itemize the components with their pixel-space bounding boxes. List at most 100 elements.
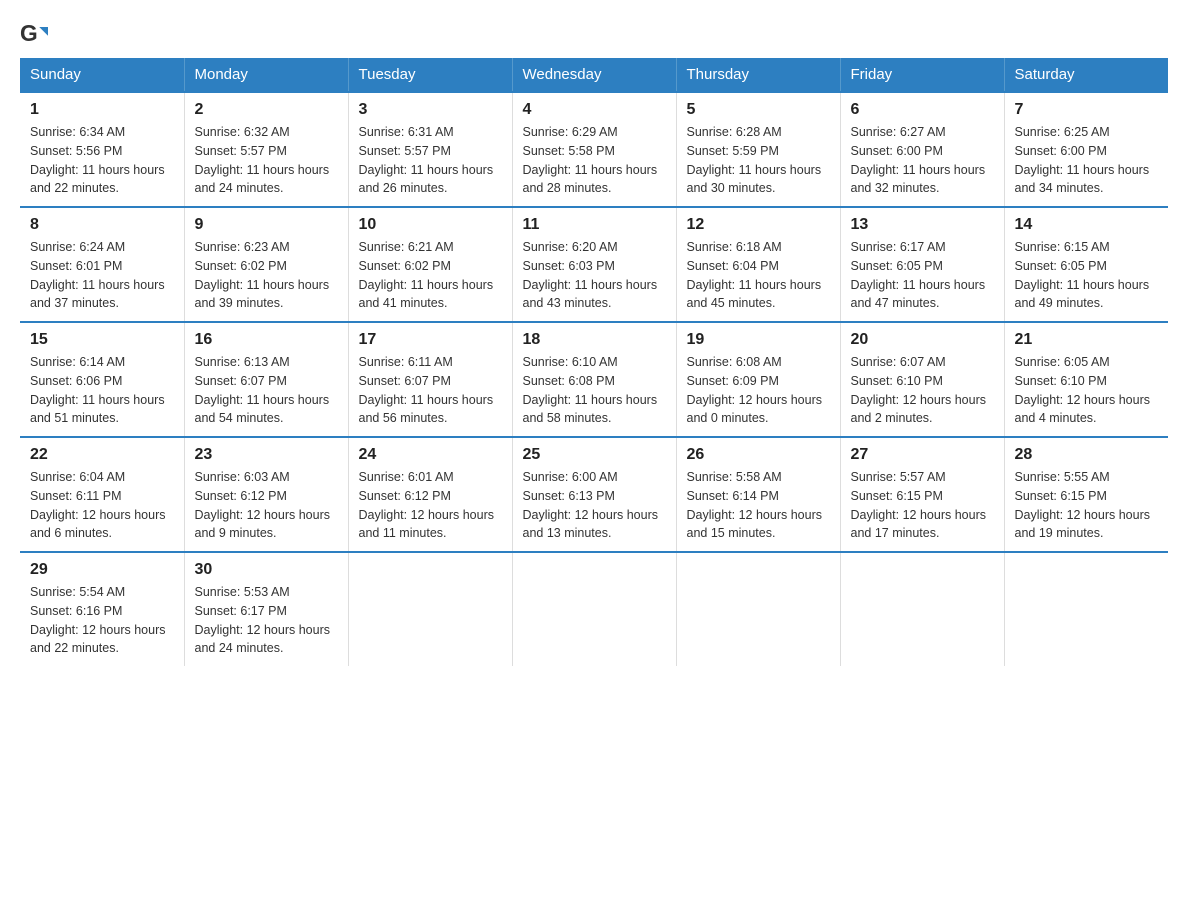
calendar-cell: [676, 552, 840, 666]
calendar-cell: 8 Sunrise: 6:24 AMSunset: 6:01 PMDayligh…: [20, 207, 184, 322]
day-info: Sunrise: 6:15 AMSunset: 6:05 PMDaylight:…: [1015, 238, 1159, 313]
day-number: 1: [30, 101, 174, 119]
day-info: Sunrise: 6:29 AMSunset: 5:58 PMDaylight:…: [523, 123, 666, 198]
day-number: 21: [1015, 331, 1159, 349]
day-number: 17: [359, 331, 502, 349]
day-number: 22: [30, 446, 174, 464]
day-number: 2: [195, 101, 338, 119]
day-info: Sunrise: 5:58 AMSunset: 6:14 PMDaylight:…: [687, 468, 830, 543]
day-number: 4: [523, 101, 666, 119]
calendar-cell: 12 Sunrise: 6:18 AMSunset: 6:04 PMDaylig…: [676, 207, 840, 322]
calendar-cell: 24 Sunrise: 6:01 AMSunset: 6:12 PMDaylig…: [348, 437, 512, 552]
column-header-saturday: Saturday: [1004, 58, 1168, 92]
day-info: Sunrise: 6:14 AMSunset: 6:06 PMDaylight:…: [30, 353, 174, 428]
column-header-wednesday: Wednesday: [512, 58, 676, 92]
calendar-cell: [348, 552, 512, 666]
day-info: Sunrise: 6:13 AMSunset: 6:07 PMDaylight:…: [195, 353, 338, 428]
day-info: Sunrise: 5:55 AMSunset: 6:15 PMDaylight:…: [1015, 468, 1159, 543]
day-number: 15: [30, 331, 174, 349]
column-header-sunday: Sunday: [20, 58, 184, 92]
day-number: 11: [523, 216, 666, 234]
calendar-cell: 10 Sunrise: 6:21 AMSunset: 6:02 PMDaylig…: [348, 207, 512, 322]
day-number: 8: [30, 216, 174, 234]
calendar-cell: 20 Sunrise: 6:07 AMSunset: 6:10 PMDaylig…: [840, 322, 1004, 437]
calendar-cell: 28 Sunrise: 5:55 AMSunset: 6:15 PMDaylig…: [1004, 437, 1168, 552]
day-info: Sunrise: 6:31 AMSunset: 5:57 PMDaylight:…: [359, 123, 502, 198]
calendar-cell: 23 Sunrise: 6:03 AMSunset: 6:12 PMDaylig…: [184, 437, 348, 552]
day-number: 25: [523, 446, 666, 464]
column-header-thursday: Thursday: [676, 58, 840, 92]
calendar-cell: 14 Sunrise: 6:15 AMSunset: 6:05 PMDaylig…: [1004, 207, 1168, 322]
day-number: 13: [851, 216, 994, 234]
calendar-cell: 30 Sunrise: 5:53 AMSunset: 6:17 PMDaylig…: [184, 552, 348, 666]
page-header: G: [20, 20, 1168, 48]
day-number: 3: [359, 101, 502, 119]
calendar-cell: 22 Sunrise: 6:04 AMSunset: 6:11 PMDaylig…: [20, 437, 184, 552]
calendar-cell: 15 Sunrise: 6:14 AMSunset: 6:06 PMDaylig…: [20, 322, 184, 437]
day-number: 18: [523, 331, 666, 349]
calendar-cell: 7 Sunrise: 6:25 AMSunset: 6:00 PMDayligh…: [1004, 92, 1168, 207]
day-number: 14: [1015, 216, 1159, 234]
day-number: 7: [1015, 101, 1159, 119]
calendar-cell: 16 Sunrise: 6:13 AMSunset: 6:07 PMDaylig…: [184, 322, 348, 437]
day-info: Sunrise: 6:25 AMSunset: 6:00 PMDaylight:…: [1015, 123, 1159, 198]
day-info: Sunrise: 6:27 AMSunset: 6:00 PMDaylight:…: [851, 123, 994, 198]
calendar-cell: [512, 552, 676, 666]
day-info: Sunrise: 6:17 AMSunset: 6:05 PMDaylight:…: [851, 238, 994, 313]
day-number: 29: [30, 561, 174, 579]
calendar-cell: 18 Sunrise: 6:10 AMSunset: 6:08 PMDaylig…: [512, 322, 676, 437]
calendar-week-row: 22 Sunrise: 6:04 AMSunset: 6:11 PMDaylig…: [20, 437, 1168, 552]
day-info: Sunrise: 6:11 AMSunset: 6:07 PMDaylight:…: [359, 353, 502, 428]
day-info: Sunrise: 6:04 AMSunset: 6:11 PMDaylight:…: [30, 468, 174, 543]
svg-text:G: G: [20, 20, 38, 46]
day-info: Sunrise: 6:24 AMSunset: 6:01 PMDaylight:…: [30, 238, 174, 313]
calendar-cell: 6 Sunrise: 6:27 AMSunset: 6:00 PMDayligh…: [840, 92, 1004, 207]
calendar-cell: 13 Sunrise: 6:17 AMSunset: 6:05 PMDaylig…: [840, 207, 1004, 322]
day-info: Sunrise: 6:03 AMSunset: 6:12 PMDaylight:…: [195, 468, 338, 543]
day-number: 16: [195, 331, 338, 349]
calendar-cell: 11 Sunrise: 6:20 AMSunset: 6:03 PMDaylig…: [512, 207, 676, 322]
day-number: 20: [851, 331, 994, 349]
day-info: Sunrise: 5:54 AMSunset: 6:16 PMDaylight:…: [30, 583, 174, 658]
calendar-table: SundayMondayTuesdayWednesdayThursdayFrid…: [20, 58, 1168, 666]
day-info: Sunrise: 6:34 AMSunset: 5:56 PMDaylight:…: [30, 123, 174, 198]
calendar-cell: 29 Sunrise: 5:54 AMSunset: 6:16 PMDaylig…: [20, 552, 184, 666]
day-number: 19: [687, 331, 830, 349]
day-number: 9: [195, 216, 338, 234]
logo: G: [20, 20, 52, 48]
day-number: 28: [1015, 446, 1159, 464]
day-info: Sunrise: 6:18 AMSunset: 6:04 PMDaylight:…: [687, 238, 830, 313]
calendar-cell: 5 Sunrise: 6:28 AMSunset: 5:59 PMDayligh…: [676, 92, 840, 207]
calendar-cell: 3 Sunrise: 6:31 AMSunset: 5:57 PMDayligh…: [348, 92, 512, 207]
calendar-cell: [1004, 552, 1168, 666]
calendar-cell: 4 Sunrise: 6:29 AMSunset: 5:58 PMDayligh…: [512, 92, 676, 207]
calendar-cell: 25 Sunrise: 6:00 AMSunset: 6:13 PMDaylig…: [512, 437, 676, 552]
day-info: Sunrise: 5:57 AMSunset: 6:15 PMDaylight:…: [851, 468, 994, 543]
calendar-cell: 21 Sunrise: 6:05 AMSunset: 6:10 PMDaylig…: [1004, 322, 1168, 437]
calendar-header-row: SundayMondayTuesdayWednesdayThursdayFrid…: [20, 58, 1168, 92]
calendar-cell: 1 Sunrise: 6:34 AMSunset: 5:56 PMDayligh…: [20, 92, 184, 207]
day-number: 24: [359, 446, 502, 464]
day-number: 10: [359, 216, 502, 234]
day-info: Sunrise: 6:32 AMSunset: 5:57 PMDaylight:…: [195, 123, 338, 198]
day-number: 26: [687, 446, 830, 464]
day-info: Sunrise: 6:07 AMSunset: 6:10 PMDaylight:…: [851, 353, 994, 428]
column-header-friday: Friday: [840, 58, 1004, 92]
calendar-week-row: 1 Sunrise: 6:34 AMSunset: 5:56 PMDayligh…: [20, 92, 1168, 207]
column-header-monday: Monday: [184, 58, 348, 92]
calendar-week-row: 8 Sunrise: 6:24 AMSunset: 6:01 PMDayligh…: [20, 207, 1168, 322]
day-info: Sunrise: 6:00 AMSunset: 6:13 PMDaylight:…: [523, 468, 666, 543]
day-number: 30: [195, 561, 338, 579]
day-number: 23: [195, 446, 338, 464]
column-header-tuesday: Tuesday: [348, 58, 512, 92]
day-info: Sunrise: 6:28 AMSunset: 5:59 PMDaylight:…: [687, 123, 830, 198]
day-info: Sunrise: 6:21 AMSunset: 6:02 PMDaylight:…: [359, 238, 502, 313]
day-info: Sunrise: 5:53 AMSunset: 6:17 PMDaylight:…: [195, 583, 338, 658]
calendar-cell: 9 Sunrise: 6:23 AMSunset: 6:02 PMDayligh…: [184, 207, 348, 322]
day-info: Sunrise: 6:23 AMSunset: 6:02 PMDaylight:…: [195, 238, 338, 313]
calendar-cell: 2 Sunrise: 6:32 AMSunset: 5:57 PMDayligh…: [184, 92, 348, 207]
calendar-week-row: 15 Sunrise: 6:14 AMSunset: 6:06 PMDaylig…: [20, 322, 1168, 437]
calendar-cell: 17 Sunrise: 6:11 AMSunset: 6:07 PMDaylig…: [348, 322, 512, 437]
calendar-cell: [840, 552, 1004, 666]
day-info: Sunrise: 6:01 AMSunset: 6:12 PMDaylight:…: [359, 468, 502, 543]
